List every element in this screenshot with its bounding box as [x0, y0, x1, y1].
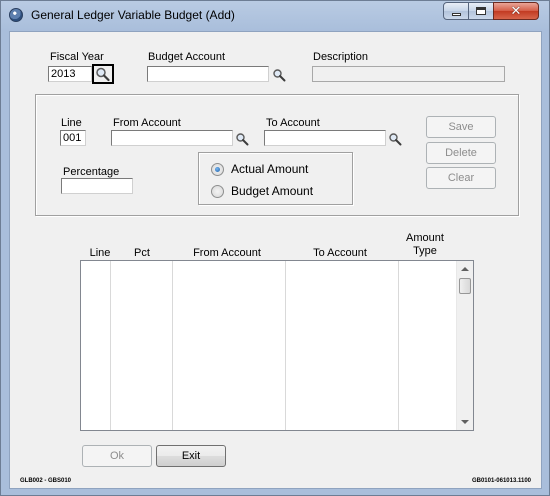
budget-account-label: Budget Account	[148, 51, 226, 63]
fiscal-year-label: Fiscal Year	[50, 51, 104, 63]
budget-lines-grid[interactable]	[80, 260, 474, 431]
maximize-button[interactable]	[468, 2, 494, 20]
grid-vertical-scrollbar[interactable]	[456, 261, 473, 430]
percentage-field[interactable]	[61, 178, 133, 194]
grid-column-to-account	[286, 261, 399, 430]
radio-selected-icon	[211, 162, 224, 176]
close-icon: ✕	[510, 3, 522, 19]
percentage-label: Percentage	[63, 166, 120, 178]
app-window: General Ledger Variable Budget (Add) ✕ F…	[0, 0, 550, 496]
ok-button[interactable]: Ok	[82, 445, 152, 467]
grid-column-pct	[111, 261, 173, 430]
magnifier-icon[interactable]	[388, 132, 402, 146]
line-label: Line	[61, 117, 82, 129]
save-button[interactable]: Save	[426, 116, 496, 138]
footer-right-code: GB0101-061013.1100	[471, 478, 531, 484]
exit-button[interactable]: Exit	[156, 445, 226, 467]
budget-account-field[interactable]	[147, 66, 269, 82]
actual-amount-radio[interactable]: Actual Amount	[211, 162, 308, 176]
window-title: General Ledger Variable Budget (Add)	[31, 8, 235, 22]
line-field[interactable]: 001	[60, 130, 86, 146]
delete-button[interactable]: Delete	[426, 142, 496, 164]
column-header-to-account: To Account	[313, 247, 367, 259]
to-account-label: To Account	[266, 117, 320, 129]
column-header-line: Line	[89, 247, 111, 259]
title-bar[interactable]: General Ledger Variable Budget (Add) ✕	[1, 1, 549, 29]
scroll-up-arrow-icon[interactable]	[461, 267, 469, 271]
to-account-field[interactable]	[264, 130, 386, 146]
close-button[interactable]: ✕	[493, 2, 539, 20]
scroll-down-arrow-icon[interactable]	[461, 420, 469, 424]
scroll-thumb[interactable]	[459, 278, 471, 294]
from-account-field[interactable]	[111, 130, 233, 146]
maximize-icon	[476, 7, 486, 15]
magnifier-icon[interactable]	[272, 68, 286, 82]
column-header-amount-type-line1: Amount	[406, 232, 444, 244]
actual-amount-label: Actual Amount	[231, 162, 309, 176]
grid-column-line	[81, 261, 111, 430]
budget-amount-label: Budget Amount	[231, 184, 314, 198]
fiscal-year-field[interactable]: 2013	[48, 66, 92, 82]
minimize-icon	[451, 13, 461, 16]
app-globe-icon[interactable]	[9, 8, 23, 22]
column-header-pct: Pct	[134, 247, 150, 259]
description-field	[312, 66, 505, 82]
radio-unselected-icon	[211, 184, 224, 198]
fiscal-year-lookup-button[interactable]	[92, 64, 114, 84]
grid-column-from-account	[173, 261, 286, 430]
column-header-amount-type-line2: Type	[413, 245, 437, 257]
column-header-amount-type: Amount Type	[400, 232, 450, 258]
magnifier-icon[interactable]	[235, 132, 249, 146]
column-header-from-account: From Account	[193, 247, 261, 259]
budget-amount-radio[interactable]: Budget Amount	[211, 184, 313, 198]
form-body: Fiscal Year 2013 Budget Account Descript…	[9, 31, 542, 489]
footer-left-code: GLB002 - GBS010	[20, 478, 72, 484]
clear-button[interactable]: Clear	[426, 167, 496, 189]
minimize-button[interactable]	[443, 2, 469, 20]
from-account-label: From Account	[113, 117, 181, 129]
description-label: Description	[313, 51, 369, 63]
magnifier-icon	[96, 67, 110, 82]
